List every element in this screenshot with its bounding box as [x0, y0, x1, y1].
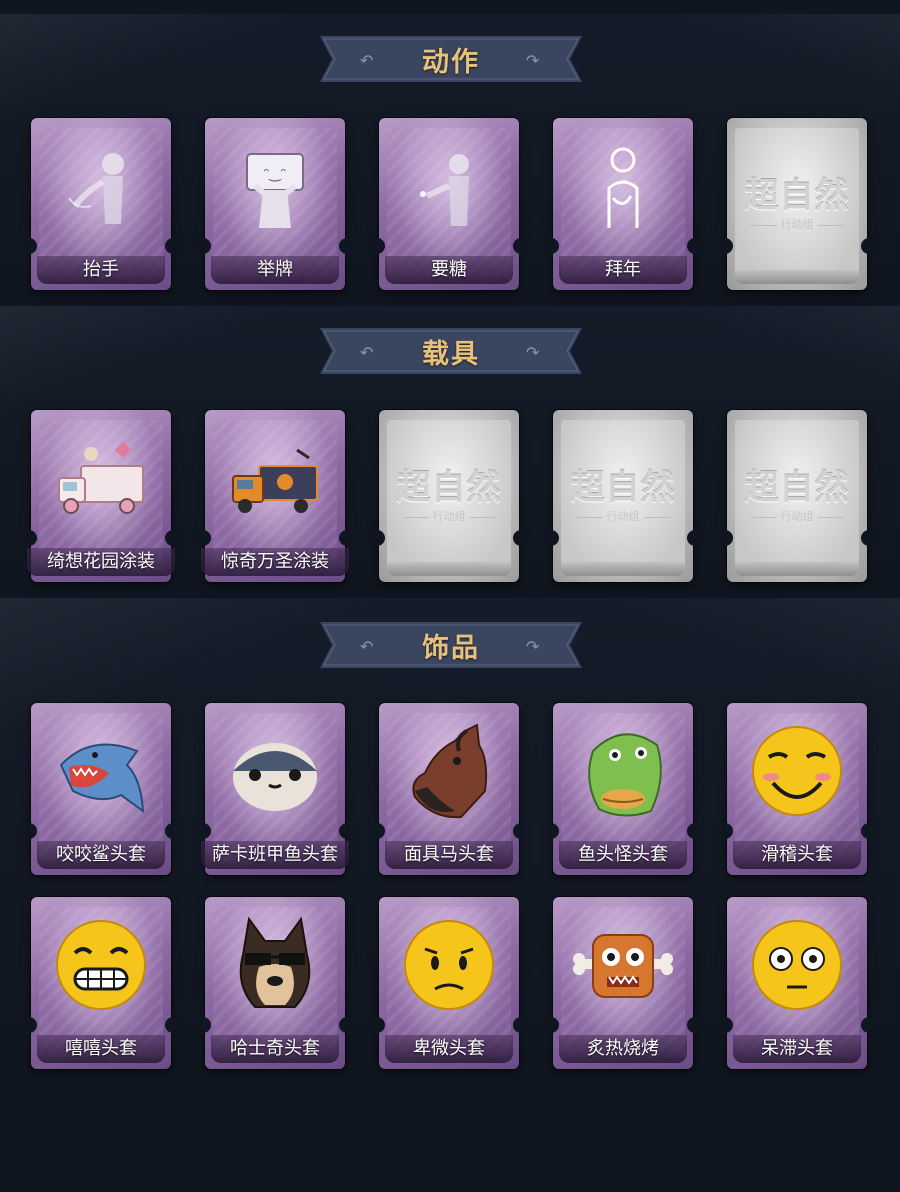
item-label: 咬咬鲨头套 [37, 841, 165, 869]
item-card-ask-candy[interactable]: 要糖 [375, 118, 523, 290]
item-card-garden-truck[interactable]: 绮想花园涂装 [27, 410, 175, 582]
sacabambaspis-mask-icon [233, 743, 317, 811]
fish-head-mask-icon [588, 733, 662, 817]
item-card-sacabambaspis-mask[interactable]: 萨卡班甲鱼头套 [201, 703, 349, 875]
item-card-dazed-face-mask[interactable]: 呆滞头套 [723, 897, 871, 1069]
garden-truck-icon [58, 442, 144, 514]
item-label: 拜年 [559, 256, 687, 284]
section-title: 载具 [422, 338, 480, 370]
section-title: 饰品 [422, 632, 480, 664]
svg-text:ᵔ‿ᵔ: ᵔ‿ᵔ [264, 166, 287, 182]
item-label: 惊奇万圣涂装 [201, 548, 349, 576]
item-label: 鱼头怪头套 [559, 841, 687, 869]
ask-candy-pose-icon [420, 154, 469, 226]
section-header-vehicles: ↶ ↷ 载具 [320, 328, 582, 374]
horse-mask-icon [412, 723, 488, 819]
placeholder-logo-icon: 超自然 [744, 176, 850, 216]
halloween-truck-icon [232, 448, 318, 513]
item-card-shark-mask[interactable]: 咬咬鲨头套 [27, 703, 175, 875]
shark-mask-icon [59, 743, 145, 814]
bbq-meat-mask-icon [573, 934, 673, 998]
section-header-accessories: ↶ ↷ 饰品 [320, 622, 582, 668]
husky-mask-icon [239, 916, 311, 1008]
item-card-humble-face-mask[interactable]: 卑微头套 [375, 897, 523, 1069]
grin-face-mask-icon [56, 920, 146, 1010]
item-card-locked[interactable]: 超自然 行动组 [723, 410, 871, 582]
item-card-locked[interactable]: 超自然 行动组 [549, 410, 697, 582]
placeholder-subtitle: 行动组 [379, 508, 519, 524]
hold-sign-pose-icon: ᵔ‿ᵔ [246, 153, 304, 228]
item-label: 炙热烧烤 [559, 1035, 687, 1063]
item-label: 抬手 [37, 256, 165, 284]
placeholder-subtitle: 行动组 [727, 508, 867, 524]
item-card-new-year-greeting[interactable]: 拜年 [549, 118, 697, 290]
item-label: 哈士奇头套 [211, 1035, 339, 1063]
new-year-greeting-pose-icon [607, 147, 639, 228]
placeholder-logo-icon: 超自然 [744, 468, 850, 508]
item-label: 举牌 [211, 256, 339, 284]
humble-face-mask-icon [404, 920, 494, 1010]
section-title: 动作 [422, 46, 480, 78]
dazed-face-mask-icon [752, 920, 842, 1010]
item-card-fish-head-mask[interactable]: 鱼头怪头套 [549, 703, 697, 875]
placeholder-logo-icon: 超自然 [570, 468, 676, 508]
item-label: 嘻嘻头套 [37, 1035, 165, 1063]
section-header-actions: ↶ ↷ 动作 [320, 36, 582, 82]
item-label: 绮想花园涂装 [27, 548, 175, 576]
funny-face-mask-icon [752, 726, 842, 816]
item-label: 滑稽头套 [733, 841, 861, 869]
item-label: 面具马头套 [385, 841, 513, 869]
item-card-hold-sign[interactable]: ᵔ‿ᵔ 举牌 [201, 118, 349, 290]
item-card-raise-hand[interactable]: 抬手 [27, 118, 175, 290]
placeholder-subtitle: 行动组 [727, 216, 867, 232]
placeholder-logo-icon: 超自然 [396, 468, 502, 508]
item-card-locked[interactable]: 超自然 行动组 [375, 410, 523, 582]
item-card-horse-mask[interactable]: 面具马头套 [375, 703, 523, 875]
item-label: 卑微头套 [385, 1035, 513, 1063]
item-label: 要糖 [385, 256, 513, 284]
item-card-bbq-meat-mask[interactable]: 炙热烧烤 [549, 897, 697, 1069]
placeholder-subtitle: 行动组 [553, 508, 693, 524]
item-card-husky-mask[interactable]: 哈士奇头套 [201, 897, 349, 1069]
item-card-halloween-truck[interactable]: 惊奇万圣涂装 [201, 410, 349, 582]
item-label: 呆滞头套 [733, 1035, 861, 1063]
item-card-funny-face-mask[interactable]: 滑稽头套 [723, 703, 871, 875]
item-label: 萨卡班甲鱼头套 [201, 841, 349, 869]
raise-hand-pose-icon [68, 153, 124, 224]
item-card-grin-face-mask[interactable]: 嘻嘻头套 [27, 897, 175, 1069]
item-card-locked[interactable]: 超自然 行动组 [723, 118, 871, 290]
